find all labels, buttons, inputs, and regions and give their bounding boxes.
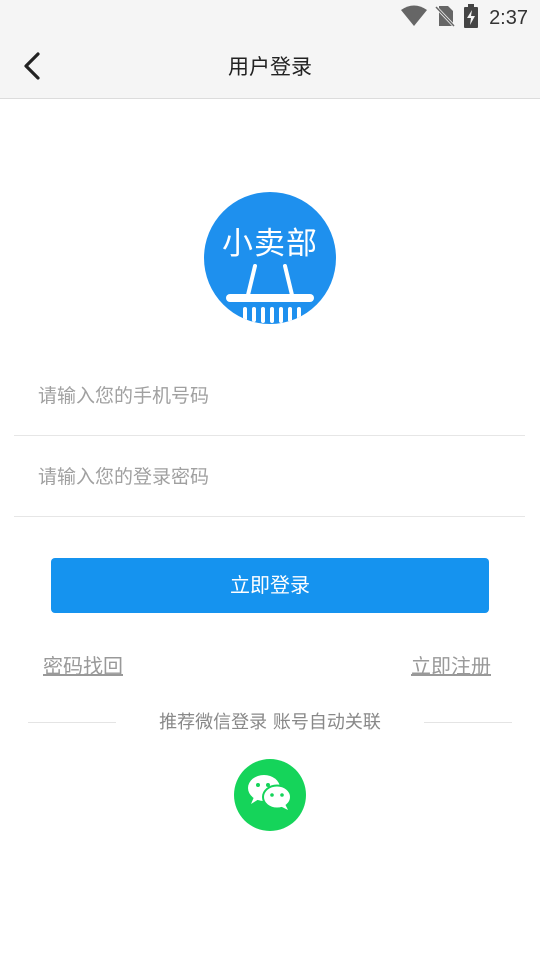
status-icons: 2:37 bbox=[401, 4, 528, 32]
password-field bbox=[14, 437, 525, 517]
phone-input[interactable] bbox=[38, 356, 508, 436]
shopping-basket-icon bbox=[226, 264, 314, 323]
wechat-login-button[interactable] bbox=[234, 759, 306, 831]
wechat-icon bbox=[246, 773, 294, 817]
forgot-password-link[interactable]: 密码找回 bbox=[43, 650, 123, 679]
status-time: 2:37 bbox=[489, 6, 528, 29]
divider-right bbox=[424, 722, 512, 723]
phone-field bbox=[14, 356, 525, 436]
password-input[interactable] bbox=[38, 437, 508, 517]
register-link[interactable]: 立即注册 bbox=[411, 650, 491, 679]
wifi-icon bbox=[401, 5, 428, 31]
battery-charging-icon bbox=[463, 4, 479, 32]
wechat-login-hint: 推荐微信登录 账号自动关联 bbox=[159, 712, 381, 733]
title-bar: 用户登录 bbox=[0, 36, 540, 99]
status-bar: 2:37 bbox=[0, 0, 540, 36]
app-logo: 小卖部 bbox=[204, 192, 336, 324]
chevron-left-icon bbox=[20, 51, 44, 85]
no-sim-icon bbox=[434, 5, 456, 31]
login-button[interactable]: 立即登录 bbox=[51, 558, 489, 613]
back-button[interactable] bbox=[10, 46, 54, 90]
page-title: 用户登录 bbox=[228, 55, 312, 79]
